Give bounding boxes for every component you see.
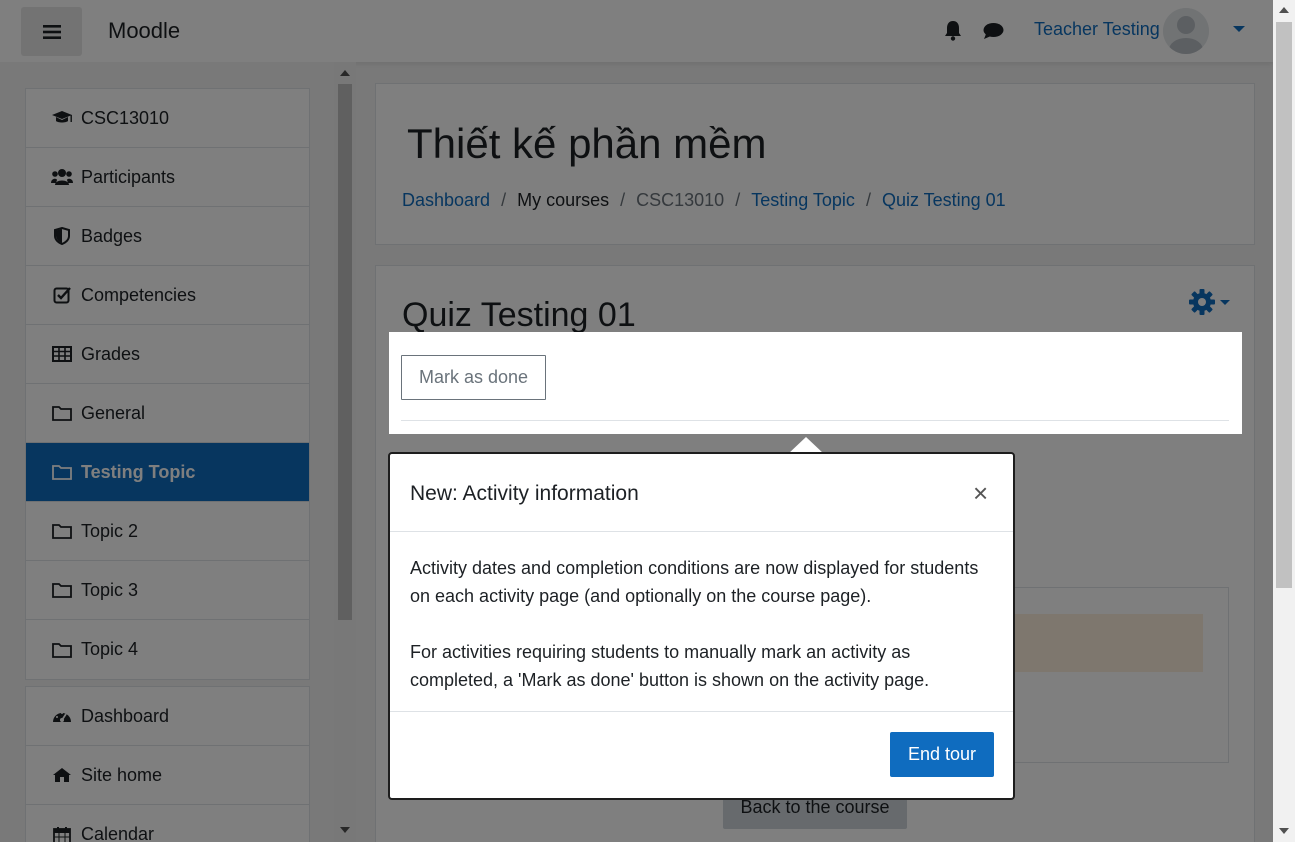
scroll-down-icon[interactable] <box>1279 828 1289 834</box>
divider <box>401 420 1229 421</box>
mark-as-done-button[interactable]: Mark as done <box>401 355 546 400</box>
tour-spotlight: Mark as done <box>389 332 1242 434</box>
scrollbar-thumb[interactable] <box>1276 22 1292 588</box>
close-icon[interactable]: × <box>973 480 988 506</box>
window-scrollbar[interactable] <box>1273 0 1295 842</box>
end-tour-button[interactable]: End tour <box>890 732 994 777</box>
tour-paragraph: For activities requiring students to man… <box>410 642 930 690</box>
tour-body: Activity dates and completion conditions… <box>390 532 1013 712</box>
tour-paragraph: Activity dates and completion conditions… <box>410 558 979 606</box>
scroll-up-icon[interactable] <box>1279 7 1289 13</box>
tour-popover-header: New: Activity information × <box>390 454 1013 532</box>
tour-title: New: Activity information <box>410 482 639 505</box>
tour-popover: New: Activity information × Activity dat… <box>388 452 1015 800</box>
